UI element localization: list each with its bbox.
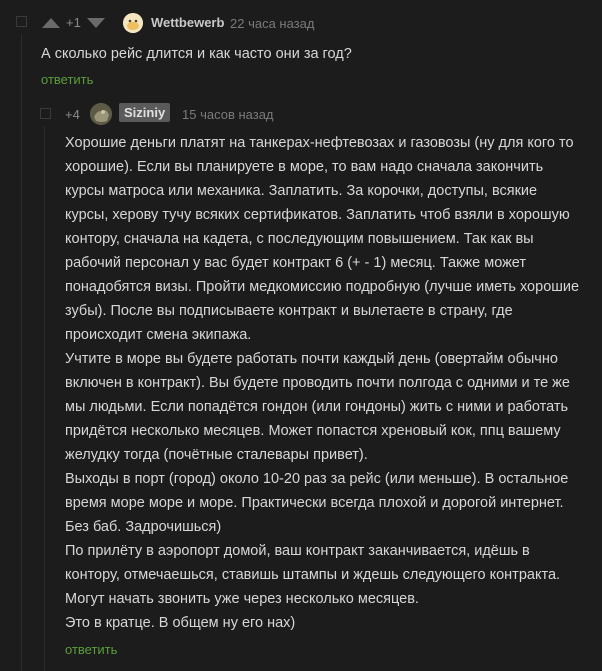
text-line: Без баб. Задрочишься) [65, 519, 222, 535]
collapse-toggle[interactable] [40, 108, 51, 119]
text-line: Хорошие деньги платят на танкерах-нефтев… [65, 135, 574, 151]
text-line: рабочий персонал у вас будет контракт 6 … [65, 255, 527, 271]
thread-line-inner [44, 126, 45, 671]
text-line: желудку тогда (почётные сталевары привет… [65, 447, 368, 463]
text-line: По прилёту в аэропорт домой, ваш контрак… [65, 543, 530, 559]
text-line: Это в кратце. В общем ну его нах) [65, 615, 296, 631]
avatar[interactable] [90, 103, 112, 125]
text-line: время море море и море. Практически всег… [65, 495, 564, 511]
comment-score: +4 [65, 107, 80, 122]
text-line: Выходы в порт (город) около 10-20 раз за… [65, 471, 569, 487]
text-line: происходит смена экипажа. [65, 327, 252, 343]
username[interactable]: Siziniy [119, 103, 171, 122]
thread-line-outer [21, 34, 22, 671]
reply-link[interactable]: ответить [65, 642, 117, 657]
avatar[interactable] [123, 13, 143, 33]
text-line: курсы матроса или механика. Заплатить. З… [65, 183, 538, 199]
collapse-toggle[interactable] [16, 16, 27, 27]
text-line: хорошие). Если вы планируете в море, то … [65, 159, 544, 175]
text-line: курсы, херову тучу всяких сертификатов. … [65, 207, 570, 223]
text-line: включен в контракт). Вы будете проводить… [65, 375, 570, 391]
comment-score: +1 [66, 15, 81, 30]
text-line: Учтите в море вы будете работать почти к… [65, 351, 558, 367]
comment-time[interactable]: 15 часов назад [182, 107, 274, 122]
upvote-icon[interactable] [42, 17, 60, 28]
comment-time[interactable]: 22 часа назад [230, 16, 314, 31]
text-line: понадобятся визы. Пройти медкомиссию под… [65, 279, 580, 295]
username[interactable]: Wettbewerb [151, 15, 224, 30]
text-line: мы людьми. Если попадётся гондон (или го… [65, 399, 569, 415]
text-line: придётся несколько месяцев. Может попаст… [65, 423, 561, 439]
comment-text: Хорошие деньги платят на танкерах-нефтев… [65, 131, 585, 635]
reply-link[interactable]: ответить [41, 72, 93, 87]
downvote-icon[interactable] [86, 17, 105, 28]
comment-text: А сколько рейс длится и как часто они за… [41, 46, 352, 62]
vote-controls: +1 [42, 15, 105, 30]
text-line: контору, сначала на кадета, с последующи… [65, 231, 534, 247]
text-line: Могут начать звонить уже через несколько… [65, 591, 419, 607]
text-line: зубы). После вы подписываете контракт и … [65, 303, 513, 319]
text-line: контору, отмечаешься, ставишь штампы и ж… [65, 567, 561, 583]
